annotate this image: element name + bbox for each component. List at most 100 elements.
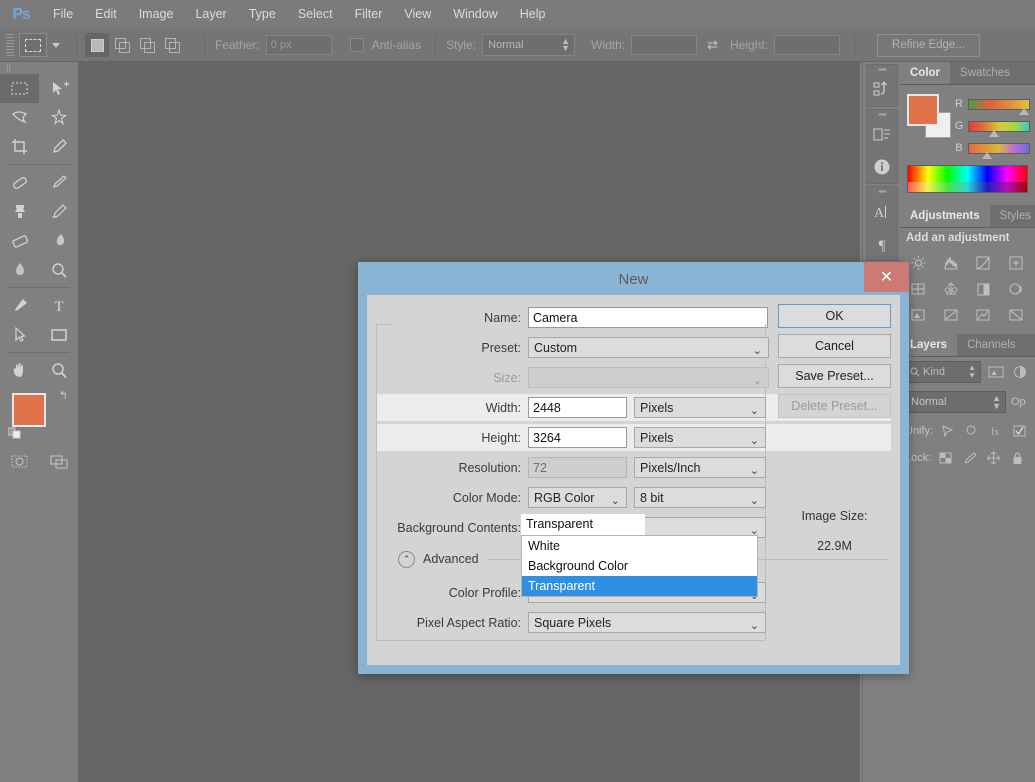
- hand-tool[interactable]: [0, 356, 39, 385]
- clone-stamp-tool[interactable]: [0, 197, 39, 226]
- move-tool[interactable]: [39, 74, 78, 103]
- blend-mode-select[interactable]: Normal ▲▼: [905, 391, 1006, 413]
- menu-view[interactable]: View: [393, 0, 442, 29]
- chevron-down-icon[interactable]: [52, 43, 60, 48]
- color-spectrum-ramp[interactable]: [907, 165, 1028, 193]
- menu-type[interactable]: Type: [238, 0, 287, 29]
- resolution-unit-select[interactable]: Pixels/Inch ⌄: [634, 457, 766, 478]
- rectangle-tool[interactable]: [39, 320, 78, 349]
- add-to-selection-button[interactable]: [110, 33, 134, 57]
- eyedropper-tool[interactable]: [39, 132, 78, 161]
- color-depth-select[interactable]: 8 bit ⌄: [634, 487, 766, 508]
- blue-slider-thumb[interactable]: [982, 152, 992, 159]
- lock-transparent-icon[interactable]: [936, 448, 955, 467]
- cancel-button[interactable]: Cancel: [778, 334, 891, 358]
- swap-arrows-icon[interactable]: ⇄: [707, 37, 718, 53]
- spot-healing-brush-tool[interactable]: [0, 168, 39, 197]
- tab-adjustments[interactable]: Adjustments: [900, 205, 990, 227]
- feather-input[interactable]: 0 px: [266, 35, 332, 55]
- unify-position-icon[interactable]: [938, 421, 957, 440]
- blue-slider[interactable]: [968, 143, 1030, 154]
- dodge-tool[interactable]: [39, 255, 78, 284]
- preset-select[interactable]: Custom ⌄: [528, 337, 769, 358]
- menu-layer[interactable]: Layer: [184, 0, 237, 29]
- panel-grip[interactable]: ▪▪▪▪: [867, 110, 897, 119]
- panel-grip[interactable]: ▪▪▪▪: [867, 187, 897, 196]
- invert-icon[interactable]: [1000, 302, 1033, 328]
- adjustment-filter-icon[interactable]: [1010, 363, 1029, 382]
- curves-icon[interactable]: [968, 250, 1001, 276]
- menu-window[interactable]: Window: [442, 0, 508, 29]
- unify-style-icon[interactable]: fx: [986, 421, 1005, 440]
- height-unit-select[interactable]: Pixels ⌄: [634, 427, 766, 448]
- pen-tool[interactable]: [0, 291, 39, 320]
- options-bar-grip[interactable]: [6, 34, 14, 56]
- history-brush-tool[interactable]: [39, 197, 78, 226]
- lock-image-icon[interactable]: [960, 448, 979, 467]
- refine-edge-button[interactable]: Refine Edge...: [877, 34, 980, 57]
- menu-edit[interactable]: Edit: [84, 0, 128, 29]
- subtract-from-selection-button[interactable]: [135, 33, 159, 57]
- rectangular-marquee-tool[interactable]: [0, 74, 39, 103]
- new-selection-button[interactable]: [85, 33, 109, 57]
- background-contents-dropdown-list[interactable]: White Background Color Transparent: [521, 535, 758, 597]
- lock-position-icon[interactable]: [984, 448, 1003, 467]
- style-select[interactable]: Normal ▲▼: [482, 34, 575, 56]
- green-slider-thumb[interactable]: [989, 130, 999, 137]
- red-slider-thumb[interactable]: [1019, 108, 1029, 115]
- dropdown-option-transparent[interactable]: Transparent: [522, 576, 757, 596]
- tab-swatches[interactable]: Swatches: [950, 62, 1020, 84]
- ok-button[interactable]: OK: [778, 304, 891, 328]
- foreground-color-swatch[interactable]: [907, 94, 939, 126]
- exposure-icon[interactable]: [1000, 250, 1033, 276]
- foreground-color-swatch[interactable]: [12, 393, 46, 427]
- screen-mode-icon[interactable]: [39, 447, 78, 476]
- info-icon[interactable]: [867, 151, 897, 183]
- close-icon[interactable]: ✕: [864, 262, 909, 292]
- dropdown-option-background-color[interactable]: Background Color: [522, 556, 757, 576]
- panel-grip[interactable]: ▪▪▪▪: [867, 65, 897, 74]
- history-icon[interactable]: [867, 74, 897, 106]
- color-balance-icon[interactable]: [968, 276, 1001, 302]
- color-mode-select[interactable]: RGB Color ⌄: [528, 487, 627, 508]
- anti-alias-checkbox[interactable]: [350, 38, 364, 52]
- lock-all-icon[interactable]: [1008, 448, 1027, 467]
- eraser-tool[interactable]: [0, 226, 39, 255]
- magic-wand-tool[interactable]: [39, 103, 78, 132]
- pixel-filter-icon[interactable]: [986, 363, 1005, 382]
- properties-icon[interactable]: [867, 119, 897, 151]
- unify-checkbox-icon[interactable]: [1010, 421, 1029, 440]
- crop-tool[interactable]: [0, 132, 39, 161]
- width-unit-select[interactable]: Pixels ⌄: [634, 397, 766, 418]
- tools-panel-grip[interactable]: ⁞⁞: [0, 62, 78, 74]
- lasso-tool[interactable]: [0, 103, 39, 132]
- path-selection-tool[interactable]: [0, 320, 39, 349]
- gradient-tool[interactable]: [39, 226, 78, 255]
- horizontal-type-tool[interactable]: T: [39, 291, 78, 320]
- intersect-selection-button[interactable]: [160, 33, 184, 57]
- color-lookup-icon[interactable]: [968, 302, 1001, 328]
- menu-file[interactable]: File: [42, 0, 84, 29]
- menu-filter[interactable]: Filter: [344, 0, 394, 29]
- tool-preset-picker[interactable]: [19, 33, 47, 57]
- default-colors-icon[interactable]: [8, 426, 22, 443]
- brush-tool[interactable]: [39, 168, 78, 197]
- tab-color[interactable]: Color: [900, 62, 950, 84]
- quick-mask-icon[interactable]: [0, 447, 39, 476]
- hue-saturation-icon[interactable]: [935, 276, 968, 302]
- black-white-icon[interactable]: [1000, 276, 1033, 302]
- unify-visibility-icon[interactable]: [962, 421, 981, 440]
- channel-mixer-icon[interactable]: [935, 302, 968, 328]
- layer-kind-filter[interactable]: Kind ▲▼: [905, 361, 981, 383]
- paragraph-icon[interactable]: ¶: [867, 228, 897, 260]
- tab-styles[interactable]: Styles: [990, 205, 1035, 227]
- zoom-tool[interactable]: [39, 356, 78, 385]
- menu-help[interactable]: Help: [509, 0, 557, 29]
- height-input[interactable]: [774, 35, 840, 55]
- tab-paths[interactable]: Pat: [1026, 334, 1035, 356]
- red-slider[interactable]: [968, 99, 1030, 110]
- character-icon[interactable]: A: [867, 196, 897, 228]
- dialog-title-bar[interactable]: New ✕: [358, 262, 909, 296]
- tab-channels[interactable]: Channels: [957, 334, 1026, 356]
- blur-tool[interactable]: [0, 255, 39, 284]
